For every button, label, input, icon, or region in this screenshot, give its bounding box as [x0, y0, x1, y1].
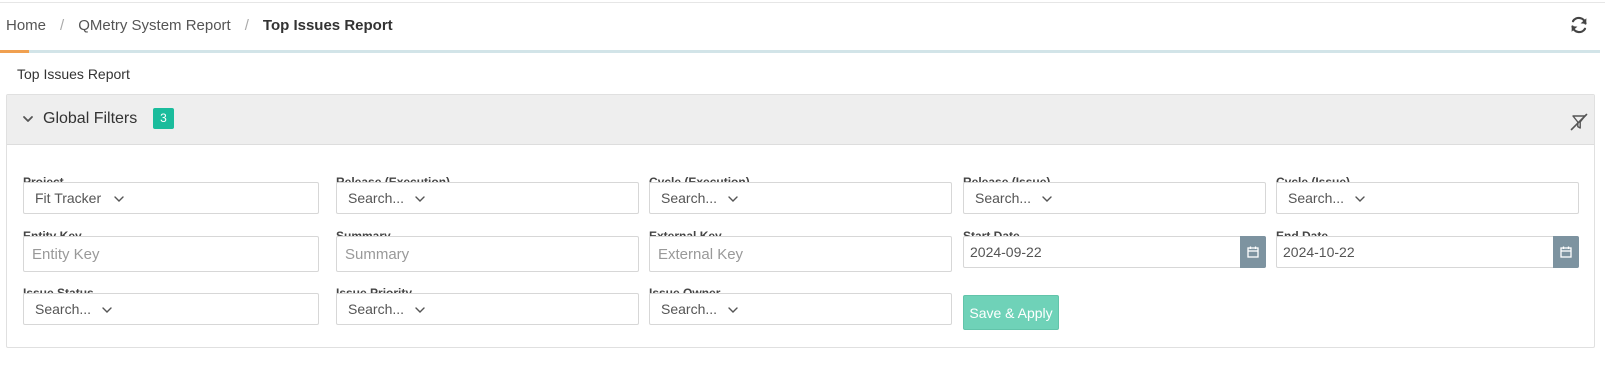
breadcrumb-separator: /	[60, 16, 65, 34]
loading-progress-bar	[0, 50, 1600, 53]
entity-key-input[interactable]: Entity Key	[23, 236, 319, 272]
external-key-input[interactable]: External Key	[649, 236, 952, 272]
breadcrumb: Home / QMetry System Report / Top Issues…	[6, 15, 393, 35]
issue-priority-value: Search...	[348, 301, 405, 317]
breadcrumb-separator: /	[244, 16, 249, 34]
external-key-placeholder: External Key	[658, 246, 744, 263]
issue-owner-value: Search...	[661, 301, 718, 317]
project-value: Fit Tracker	[35, 190, 102, 206]
chevron-down-icon	[728, 196, 738, 202]
start-date-value: 2024-09-22	[970, 244, 1042, 260]
filter-count-badge: 3	[153, 108, 174, 129]
cycle-execution-value: Search...	[661, 190, 718, 206]
chevron-down-icon[interactable]	[21, 112, 35, 126]
start-date-input[interactable]: 2024-09-22	[963, 236, 1266, 268]
issue-status-select[interactable]: Search...	[23, 293, 319, 325]
release-issue-value: Search...	[975, 190, 1032, 206]
save-and-apply-button[interactable]: Save & Apply	[963, 295, 1059, 330]
chevron-down-icon	[114, 196, 124, 202]
chevron-down-icon	[1042, 196, 1052, 202]
loading-progress-fill	[0, 50, 29, 53]
issue-owner-select[interactable]: Search...	[649, 293, 952, 325]
chevron-down-icon	[1355, 196, 1365, 202]
calendar-icon[interactable]	[1240, 236, 1266, 268]
calendar-icon[interactable]	[1553, 236, 1579, 268]
cycle-issue-value: Search...	[1288, 190, 1345, 206]
issue-status-value: Search...	[35, 301, 92, 317]
entity-key-placeholder: Entity Key	[32, 246, 100, 263]
cycle-issue-select[interactable]: Search...	[1276, 182, 1579, 214]
release-execution-value: Search...	[348, 190, 405, 206]
issue-priority-select[interactable]: Search...	[336, 293, 639, 325]
cycle-execution-select[interactable]: Search...	[649, 182, 952, 214]
end-date-input[interactable]: 2024-10-22	[1276, 236, 1579, 268]
summary-input[interactable]: Summary	[336, 236, 639, 272]
refresh-icon[interactable]	[1569, 15, 1589, 35]
project-select[interactable]: Fit Tracker	[23, 182, 319, 214]
chevron-down-icon	[415, 307, 425, 313]
global-filters-title: Global Filters	[43, 110, 138, 127]
page-title: Top Issues Report	[17, 66, 130, 82]
release-issue-select[interactable]: Search...	[963, 182, 1266, 214]
breadcrumb-current: Top Issues Report	[262, 16, 393, 34]
filter-clear-icon[interactable]	[1569, 112, 1589, 132]
chevron-down-icon	[415, 196, 425, 202]
breadcrumb-qmetry-system-report[interactable]: QMetry System Report	[78, 17, 231, 34]
global-filters-header[interactable]: Global Filters 3	[7, 95, 1594, 145]
end-date-value: 2024-10-22	[1283, 244, 1355, 260]
summary-placeholder: Summary	[345, 246, 410, 263]
chevron-down-icon	[728, 307, 738, 313]
breadcrumb-home[interactable]: Home	[6, 17, 46, 34]
chevron-down-icon	[102, 307, 112, 313]
top-border	[0, 2, 1605, 3]
release-execution-select[interactable]: Search...	[336, 182, 639, 214]
